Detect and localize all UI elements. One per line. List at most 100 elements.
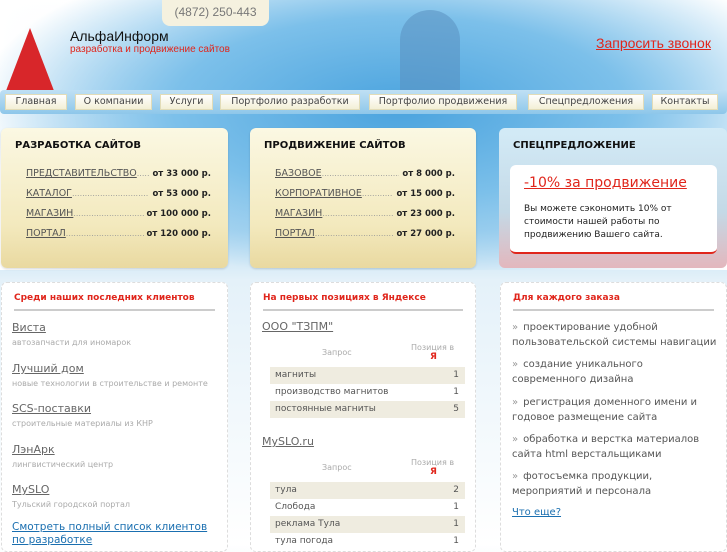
price-item-link[interactable]: ПОРТАЛ (26, 228, 66, 239)
nav-special[interactable]: Спецпредложения (528, 94, 644, 110)
col-query-header: Запрос (322, 463, 352, 472)
offer-card: -10% за продвижение Вы можете сэкономить… (510, 165, 717, 254)
nav-home[interactable]: Главная (5, 94, 67, 110)
yandex-icon: Я (430, 352, 437, 362)
dot-leader: ........................................… (314, 229, 394, 238)
client-link[interactable]: Виста (12, 321, 131, 334)
query-cell: тула (275, 485, 297, 495)
col-position-header: Позиция в (411, 343, 455, 352)
nav-portfolio-dev[interactable]: Портфолио разработки (220, 94, 360, 110)
site-link[interactable]: ООО "ТЗПМ" (262, 320, 333, 333)
client-link[interactable]: ЛэнАрк (12, 443, 113, 456)
divider (513, 309, 714, 311)
client-desc: Тульский городской портал (12, 500, 130, 509)
logo-icon[interactable] (4, 28, 56, 96)
arrow-icon: » (512, 322, 519, 333)
price-row: МАГАЗИН.................................… (275, 208, 455, 219)
price-value: от 8 000 р. (402, 169, 455, 179)
price-item-link[interactable]: БАЗОВОЕ (275, 168, 322, 179)
tagline: разработка и продвижение сайтов (70, 44, 230, 55)
col-query-header: Запрос (322, 348, 352, 357)
order-item: » фотосъемка продукции, мероприятий и пер… (512, 469, 717, 499)
table-row: Слобода 1 (270, 499, 465, 516)
query-cell: Слобода (275, 502, 316, 512)
price-value: от 33 000 р. (152, 169, 211, 179)
main-nav: Главная О компании Услуги Портфолио разр… (0, 90, 727, 114)
position-cell: 1 (453, 536, 459, 546)
site-link[interactable]: MySLO.ru (262, 435, 314, 448)
price-item-link[interactable]: ПОРТАЛ (275, 228, 315, 239)
price-row: КОРПОРАТИВНОЕ...........................… (275, 188, 455, 199)
price-value: от 120 000 р. (146, 229, 211, 239)
phone-number: (4872) 250-443 (162, 0, 269, 26)
price-row: ПОРТАЛ..................................… (275, 228, 455, 239)
price-item-link[interactable]: МАГАЗИН (275, 208, 322, 219)
dot-leader: ........................................… (73, 209, 144, 218)
client-item: MySLO Тульский городской портал (12, 483, 130, 509)
dot-leader: ........................................… (321, 169, 400, 178)
client-link[interactable]: SCS-поставки (12, 402, 153, 415)
order-item: » проектирование удобной пользовательской… (512, 320, 717, 350)
order-item: » обработка и верстка материалов сайта ht… (512, 432, 717, 462)
price-value: от 100 000 р. (146, 209, 211, 219)
offer-link[interactable]: -10% за продвижение (524, 175, 687, 191)
price-row: БАЗОВОЕ.................................… (275, 168, 455, 179)
order-item-text: регистрация доменного имени и годовое ра… (512, 397, 698, 423)
client-desc: автозапчасти для иномарок (12, 338, 132, 347)
dot-leader: ........................................… (71, 189, 150, 198)
price-row: МАГАЗИН.................................… (26, 208, 211, 219)
query-cell: магниты (275, 370, 317, 380)
price-row: ПОРТАЛ..................................… (26, 228, 211, 239)
position-cell: 1 (453, 519, 459, 529)
promo-title: ПРОДВИЖЕНИЕ САЙТОВ (264, 140, 406, 151)
dot-leader: ........................................… (322, 209, 394, 218)
order-title: Для каждого заказа (513, 293, 620, 303)
client-item: SCS-поставки строительные материалы из КН… (12, 402, 153, 428)
nav-contacts[interactable]: Контакты (652, 94, 718, 110)
divider (263, 309, 463, 311)
yandex-title: На первых позициях в Яндексе (263, 293, 426, 303)
col-position-header: Позиция в (411, 458, 455, 467)
position-cell: 1 (453, 370, 459, 380)
price-item-link[interactable]: КАТАЛОГ (26, 188, 72, 199)
query-cell: реклама Тула (275, 519, 341, 529)
brand-name[interactable]: АльфаИнформ (70, 28, 169, 44)
price-item-link[interactable]: МАГАЗИН (26, 208, 73, 219)
price-row: КАТАЛОГ.................................… (26, 188, 211, 199)
divider (14, 309, 215, 311)
dot-leader: ........................................… (361, 189, 394, 198)
client-item: Лучший дом новые технологии в строительст… (12, 362, 208, 388)
arrow-icon: » (512, 359, 519, 370)
price-item-link[interactable]: КОРПОРАТИВНОЕ (275, 188, 362, 199)
order-item-text: проектирование удобной пользовательской … (512, 322, 717, 348)
price-item-link[interactable]: ПРЕДСТАВИТЕЛЬСТВО (26, 168, 137, 179)
nav-services[interactable]: Услуги (160, 94, 213, 110)
client-desc: строительные материалы из КНР (12, 419, 153, 428)
client-link[interactable]: MySLO (12, 483, 130, 496)
order-item-text: обработка и верстка материалов сайта htm… (512, 434, 700, 460)
nav-portfolio-promo[interactable]: Портфолио продвижения (369, 94, 517, 110)
request-call-link[interactable]: Запросить звонок (596, 35, 711, 51)
client-desc: новые технологии в строительстве и ремон… (12, 379, 208, 388)
table-row: реклама Тула 1 (270, 516, 465, 533)
order-item: » регистрация доменного имени и годовое р… (512, 395, 717, 425)
arrow-icon: » (512, 434, 519, 445)
special-title: СПЕЦПРЕДЛОЖЕНИЕ (513, 140, 636, 151)
query-cell: производство магнитов (275, 387, 389, 397)
offer-text: Вы можете сэкономить 10% от стоимости на… (524, 204, 672, 240)
price-value: от 53 000 р. (152, 189, 211, 199)
table-row: тула 2 (270, 482, 465, 499)
price-value: от 23 000 р. (396, 209, 455, 219)
more-link[interactable]: Что еще? (512, 507, 561, 518)
table-row: тула погода 1 (270, 533, 465, 550)
nav-about[interactable]: О компании (75, 94, 152, 110)
position-cell: 1 (453, 387, 459, 397)
query-cell: постоянные магниты (275, 404, 376, 414)
order-item-text: создание уникального современного дизайн… (512, 359, 643, 385)
all-clients-link[interactable]: Смотреть полный список клиентов по разра… (12, 521, 212, 547)
price-row: ПРЕДСТАВИТЕЛЬСТВО.......................… (26, 168, 211, 179)
client-link[interactable]: Лучший дом (12, 362, 208, 375)
yandex-icon: Я (430, 467, 437, 477)
dot-leader: ........................................… (65, 229, 144, 238)
position-cell: 1 (453, 502, 459, 512)
